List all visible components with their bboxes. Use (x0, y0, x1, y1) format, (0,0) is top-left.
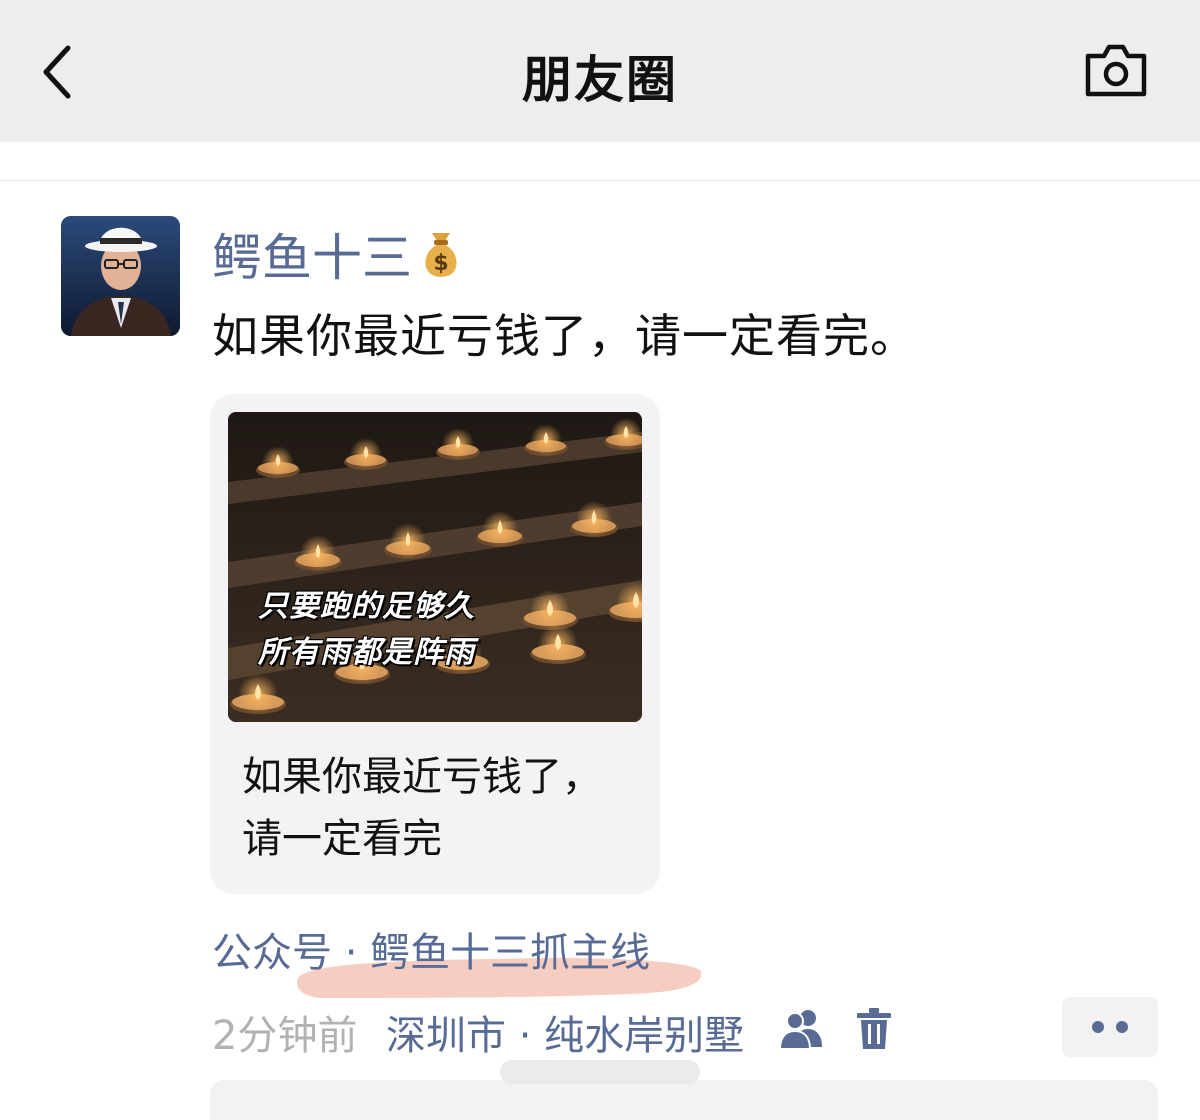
privacy-friends-icon (778, 1010, 822, 1050)
header-spacer (0, 142, 1200, 180)
more-actions-button[interactable] (1062, 997, 1158, 1057)
avatar[interactable] (61, 216, 180, 336)
thumbnail-caption: 只要跑的足够久 所有雨都是阵雨 (258, 584, 475, 676)
author-name[interactable]: 鳄鱼十三 $ (212, 218, 464, 291)
timestamp: 2分钟前 (212, 1013, 358, 1059)
comment-area (210, 1080, 1158, 1120)
article-title-line2: 请一定看完 (242, 816, 442, 862)
thumbnail-caption-line1: 只要跑的足够久 (258, 589, 475, 624)
article-thumbnail: 只要跑的足够久 所有雨都是阵雨 (228, 412, 642, 722)
post-text: 如果你最近亏钱了，请一定看完。 (212, 309, 917, 363)
source-link[interactable]: 公众号 · 鳄鱼十三抓主线 (212, 920, 650, 978)
camera-icon (1085, 44, 1147, 97)
shared-article-card[interactable]: 只要跑的足够久 所有雨都是阵雨 如果你最近亏钱了， 请一定看完 (210, 394, 660, 894)
trash-icon[interactable] (856, 1007, 892, 1051)
article-title: 如果你最近亏钱了， 请一定看完 (242, 746, 622, 870)
divider (0, 180, 1200, 181)
author-name-text: 鳄鱼十三 (212, 229, 412, 287)
article-title-line1: 如果你最近亏钱了， (242, 754, 602, 800)
more-dots-icon (1116, 1021, 1128, 1033)
avatar-photo (61, 216, 180, 336)
watermark-bar (500, 1060, 700, 1084)
more-dots-icon (1092, 1021, 1104, 1033)
moneybag-icon: $ (418, 227, 464, 291)
nav-bar: 朋友圈 (0, 0, 1200, 142)
camera-button[interactable] (1084, 42, 1148, 98)
location-link[interactable]: 深圳市 · 纯水岸别墅 (386, 1003, 744, 1061)
thumbnail-caption-line2: 所有雨都是阵雨 (258, 635, 475, 670)
page-title: 朋友圈 (522, 51, 678, 109)
svg-text:$: $ (433, 251, 448, 276)
post-meta: 2分钟前 深圳市 · 纯水岸别墅 (212, 997, 1172, 1059)
